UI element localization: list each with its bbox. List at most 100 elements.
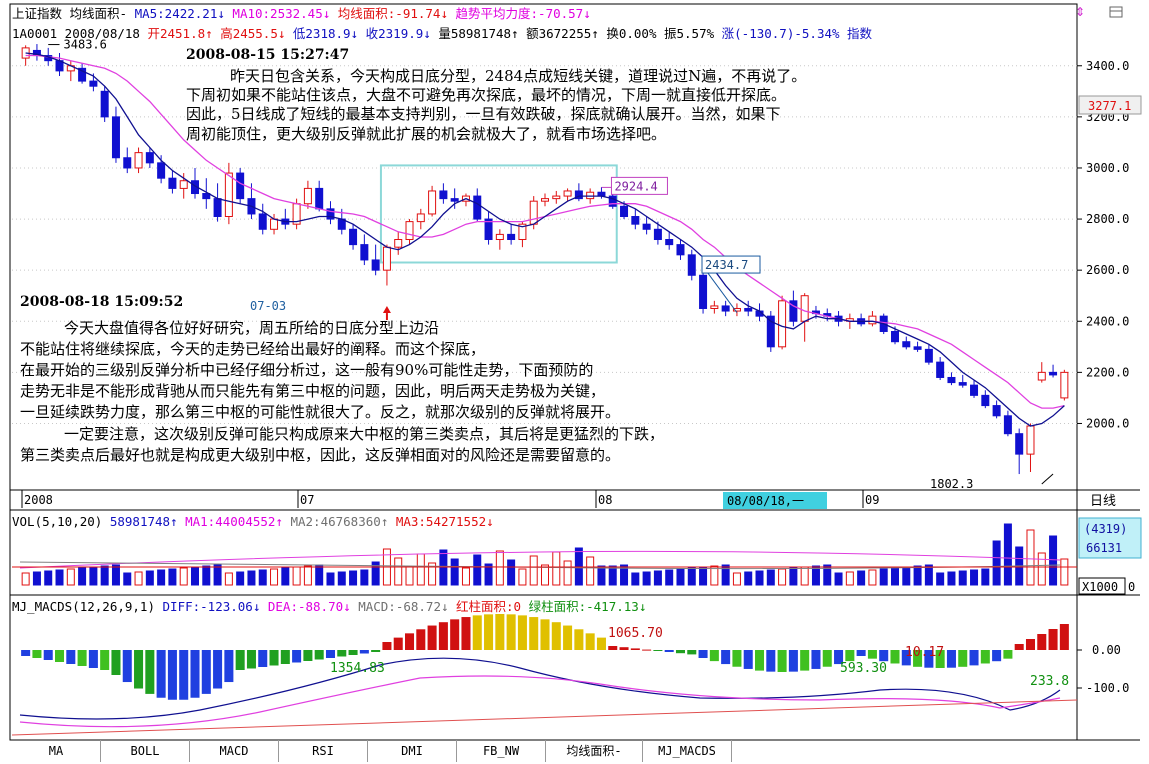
header-item: 收2319.9↓: [365, 26, 439, 41]
scroll-icon: ⇕: [1075, 5, 1085, 19]
volume-bar: [563, 560, 572, 586]
macd-bar: [1037, 634, 1047, 650]
y-tick-label: 2600.0: [1086, 263, 1129, 277]
tab-rsi[interactable]: RSI: [279, 740, 368, 762]
macd-header: MJ_MACDS(12,26,9,1) DIFF:-123.06↓ DEA:-8…: [12, 599, 646, 615]
macd-bar: [213, 650, 223, 689]
macd-bar: [258, 650, 268, 667]
macd-bar: [167, 650, 177, 700]
vol-header-item: MA2:46768360↑: [290, 514, 396, 529]
macd-bar: [608, 646, 618, 650]
macd-label: 233.8: [1030, 674, 1069, 689]
macd-bar: [800, 650, 810, 671]
macd-bar: [405, 633, 415, 650]
tab-dmi[interactable]: DMI: [368, 740, 457, 762]
macd-bar: [21, 650, 31, 656]
volume-bar: [326, 572, 335, 586]
macd-bar: [642, 649, 652, 651]
volume-bar: [721, 564, 730, 586]
candle-body: [1003, 415, 1012, 435]
candle-body: [653, 228, 662, 241]
date-label-0703: 07-03: [250, 299, 286, 313]
volume-bar: [642, 571, 651, 586]
macd-label: 1354.83: [330, 661, 385, 676]
macd-bar: [506, 614, 516, 650]
macd-bar: [224, 650, 234, 683]
tab-macd[interactable]: MACD: [190, 740, 279, 762]
volume-bar: [834, 572, 843, 586]
macd-bar: [766, 650, 776, 672]
macd-label: 10.17: [905, 645, 944, 660]
vol-ma-line: [19, 550, 1061, 569]
tab-ma[interactable]: MA: [12, 740, 101, 762]
candle-body: [360, 244, 369, 261]
header-row-1: 上证指数 均线面积- MA5:2422.21↓ MA10:2532.45↓ 均线…: [12, 6, 591, 22]
candle-body: [507, 233, 516, 241]
macd-bar: [743, 650, 753, 669]
volume-bar: [281, 567, 290, 586]
tab-ma-area[interactable]: 均线面积-: [546, 740, 643, 762]
tab-fb-nw[interactable]: FB_NW: [457, 740, 546, 762]
volume-bar: [970, 569, 979, 586]
candle-body: [721, 305, 730, 312]
macd-bar: [495, 614, 505, 650]
macd-bar: [337, 650, 347, 657]
macd-bar: [777, 650, 787, 672]
macd-bar: [551, 622, 561, 650]
volume-bar: [236, 571, 245, 586]
macd-header-item: 绿柱面积:-417.13↓: [528, 599, 647, 614]
volume-bar: [766, 569, 775, 586]
volume-bar: [473, 554, 482, 586]
candle-body: [394, 239, 403, 248]
tab-boll[interactable]: BOLL: [101, 740, 190, 762]
note2-line: 走势无非是不能形成背驰从而只能先有第三中枢的问题，因此，明后两天走势极为关键，: [20, 382, 606, 400]
header-item: 上证指数 均线面积-: [12, 6, 135, 21]
volume-bar: [687, 567, 696, 586]
volume-bar: [461, 567, 470, 586]
candle-body: [134, 152, 143, 169]
vol-header-item: VOL(5,10,20): [12, 514, 110, 529]
volume-bar: [123, 572, 132, 586]
macd-bar: [845, 650, 855, 662]
candle-body: [913, 346, 922, 350]
macd-bar: [303, 650, 313, 661]
candle-body: [936, 361, 945, 378]
note1-time: 2008-08-15 15:27:47: [186, 47, 350, 63]
macd-bar: [371, 650, 381, 652]
candle-body: [123, 157, 132, 169]
trend-line: [11, 699, 1078, 736]
volume-bar: [891, 567, 899, 586]
candle-body: [1049, 371, 1058, 376]
candle-body: [315, 187, 324, 210]
candle-body: [1037, 371, 1046, 381]
volume-bar: [778, 568, 787, 586]
macd-bar: [382, 642, 392, 650]
volume-bar: [552, 551, 561, 586]
tab-mj-macds[interactable]: MJ_MACDS: [643, 740, 732, 762]
macd-header-item: DIFF:-123.06↓: [162, 599, 268, 614]
macd-label: 593.30: [840, 661, 887, 676]
candle-body: [665, 239, 674, 246]
macd-bar: [32, 650, 42, 658]
candle-body: [958, 382, 967, 386]
macd-bar: [1003, 650, 1013, 659]
volume-bar: [450, 558, 459, 586]
candle-body: [902, 341, 911, 348]
macd-bar: [980, 650, 990, 664]
volume-bar: [100, 565, 109, 586]
candle-body: [439, 190, 448, 200]
end-pointer: [1041, 473, 1054, 485]
macd-bar: [958, 650, 968, 667]
header-item: 高2455.5↓: [220, 26, 293, 41]
candle-body: [586, 191, 595, 200]
macd-bar: [472, 615, 482, 650]
candle-body: [168, 177, 177, 189]
volume-bar: [755, 570, 764, 586]
window-icon: [1109, 6, 1123, 18]
volume-bar: [507, 559, 516, 586]
candle-body: [1026, 425, 1035, 455]
macd-bar: [88, 650, 98, 668]
macd-bar: [890, 650, 900, 664]
candle-body: [371, 259, 380, 271]
volume-bar: [902, 566, 911, 586]
